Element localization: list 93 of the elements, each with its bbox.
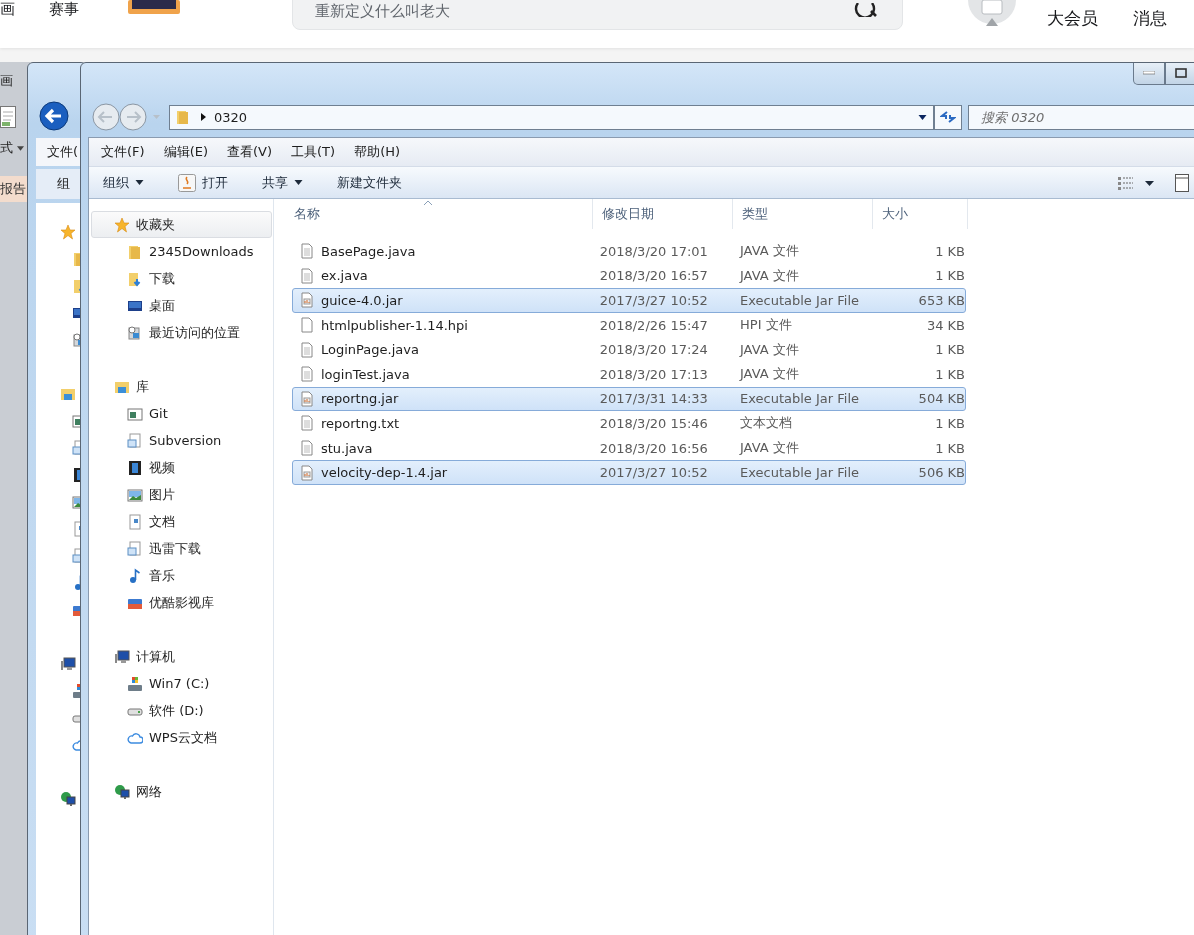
table-cell-text: JAVA 文件 — [740, 266, 800, 285]
sidebar-item[interactable]: 库 — [91, 373, 272, 400]
file-row[interactable]: reportng.jar 2017/3/31 14:33 Executable Jar File 504 KB — [292, 386, 966, 412]
header-link[interactable]: 消息 — [1133, 7, 1167, 29]
sidebar-item[interactable]: 文档 — [91, 508, 272, 535]
ribbon-label[interactable]: 画 — [0, 72, 13, 90]
table-cell-text: 653 KB — [917, 293, 965, 308]
file-row[interactable]: loginTest.java 2018/3/20 17:13 JAVA 文件 1 KB — [292, 361, 966, 387]
address-field[interactable]: 0320 — [169, 104, 934, 130]
sidebar-item[interactable]: 桌面 — [91, 292, 272, 319]
sidebar-item[interactable]: 音乐 — [91, 562, 272, 589]
file-row[interactable]: stu.java 2018/3/20 16:56 JAVA 文件 1 KB — [292, 435, 966, 461]
ribbon-tab[interactable]: 报告 — [0, 176, 30, 202]
menu-item[interactable]: 编辑(E) — [163, 143, 208, 161]
table-cell-text: Executable Jar File — [740, 391, 860, 407]
sidebar-item[interactable]: 视频 — [91, 454, 272, 481]
column-header[interactable]: 类型 — [733, 199, 873, 229]
table-cell-text: Executable Jar File — [740, 293, 860, 308]
file-name: loginTest.java — [321, 366, 410, 382]
table-cell-text: 1 KB — [934, 366, 965, 382]
table-cell-text: 504 KB — [917, 391, 965, 407]
table-cell-text: 2018/3/20 15:46 — [599, 415, 709, 431]
file-name: velocity-dep-1.4.jar — [321, 465, 448, 481]
search-field[interactable]: 搜索 0320 — [968, 104, 1194, 130]
sidebar-item[interactable]: 计算机 — [91, 643, 272, 670]
sidebar-item[interactable]: 网络 — [91, 778, 272, 805]
table-cell-text: 34 KB — [925, 317, 965, 333]
nav-link[interactable]: 画 — [0, 0, 15, 18]
table-cell-text: JAVA 文件 — [740, 242, 800, 261]
table-cell-text: 2018/2/26 15:47 — [599, 317, 709, 333]
sidebar-item[interactable]: 迅雷下载 — [91, 535, 272, 562]
toolbar-button[interactable]: 组 — [57, 175, 70, 193]
sidebar-item[interactable]: 软件 (D:) — [91, 697, 272, 724]
toolbar-button[interactable]: 共享 — [262, 173, 303, 192]
sidebar-item[interactable]: Git — [91, 400, 272, 427]
file-name: LoginPage.java — [321, 342, 419, 358]
sidebar-item[interactable]: 优酷影视库 — [91, 589, 272, 616]
table-cell-text: 2017/3/27 10:52 — [599, 465, 709, 481]
table-cell-text: 2018/3/20 17:13 — [599, 366, 709, 382]
menu-item[interactable]: 文件(F) — [101, 143, 145, 161]
file-name: reportng.txt — [321, 415, 400, 431]
table-cell-text: 1 KB — [934, 243, 965, 259]
toolbar-button[interactable]: 打开 — [178, 173, 228, 192]
table-cell-text: 文本文档 — [740, 414, 793, 433]
file-row[interactable]: LoginPage.java 2018/3/20 17:24 JAVA 文件 1 KB — [292, 337, 966, 362]
nav-link[interactable]: 赛事 — [49, 0, 79, 18]
header-link[interactable]: 大会员 — [1047, 7, 1098, 29]
table-cell-text: 1 KB — [934, 342, 965, 358]
column-header[interactable]: 大小 — [873, 199, 968, 229]
sidebar-item[interactable]: 下载 — [91, 265, 272, 292]
table-cell-text: 2018/3/20 17:24 — [599, 342, 709, 358]
table-cell-text: 1 KB — [934, 415, 965, 431]
column-header[interactable]: 修改日期 — [593, 199, 733, 229]
search-field[interactable]: 重新定义什么叫老大 — [292, 0, 903, 30]
file-name: htmlpublisher-1.14.hpi — [321, 317, 468, 333]
table-cell-text: JAVA 文件 — [740, 365, 800, 384]
table-cell-text: HPI 文件 — [740, 316, 793, 335]
sidebar-item[interactable]: Subversion — [91, 427, 272, 454]
table-cell-text: 2018/3/20 16:57 — [599, 268, 709, 284]
sidebar-item[interactable]: WPS云文档 — [91, 724, 272, 751]
file-row[interactable]: reportng.txt 2018/3/20 15:46 文本文档 1 KB — [292, 411, 966, 436]
table-cell-text: 2018/3/20 16:56 — [599, 440, 709, 456]
file-name: reportng.jar — [321, 391, 399, 407]
sidebar-item[interactable]: 2345Downloads — [91, 238, 272, 265]
toolbar-button[interactable]: 新建文件夹 — [337, 173, 402, 192]
file-row[interactable]: guice-4.0.jar 2017/3/27 10:52 Executable Jar File 653 KB — [292, 288, 966, 313]
table-cell-text: Executable Jar File — [740, 465, 860, 481]
table-cell-text: JAVA 文件 — [740, 439, 800, 458]
menu-item[interactable]: 帮助(H) — [354, 143, 401, 161]
file-row[interactable]: BasePage.java 2018/3/20 17:01 JAVA 文件 1 KB — [292, 239, 966, 264]
file-name: BasePage.java — [321, 243, 416, 259]
file-name: ex.java — [321, 268, 368, 284]
sidebar-item[interactable]: Win7 (C:) — [91, 670, 272, 697]
file-row[interactable]: htmlpublisher-1.14.hpi 2018/2/26 15:47 HPI 文件 34 KB — [292, 312, 966, 338]
file-row[interactable]: velocity-dep-1.4.jar 2017/3/27 10:52 Executable Jar File 506 KB — [292, 460, 966, 485]
table-cell-text: 2018/3/20 17:01 — [599, 243, 709, 259]
table-cell-text: 1 KB — [934, 440, 965, 456]
ribbon-dropdown[interactable]: 式 — [0, 139, 24, 157]
menu-item[interactable]: 工具(T) — [291, 143, 336, 161]
table-cell-text: 2017/3/27 10:52 — [599, 293, 709, 308]
file-name: guice-4.0.jar — [321, 293, 403, 308]
file-row[interactable]: ex.java 2018/3/20 16:57 JAVA 文件 1 KB — [292, 263, 966, 289]
file-name: stu.java — [321, 440, 373, 456]
table-cell-text: 506 KB — [917, 465, 965, 481]
menu-item[interactable]: 查看(V) — [227, 143, 273, 161]
sidebar-item[interactable]: 图片 — [91, 481, 272, 508]
toolbar-button[interactable]: 组织 — [103, 173, 144, 192]
table-cell-text: JAVA 文件 — [740, 340, 800, 359]
sidebar-item[interactable]: 收藏夹 — [91, 211, 272, 238]
table-cell-text: 2017/3/31 14:33 — [599, 391, 709, 407]
column-header[interactable]: 名称 — [285, 199, 593, 229]
table-cell-text: 1 KB — [934, 268, 965, 284]
sidebar-item[interactable]: 最近访问的位置 — [91, 319, 272, 346]
